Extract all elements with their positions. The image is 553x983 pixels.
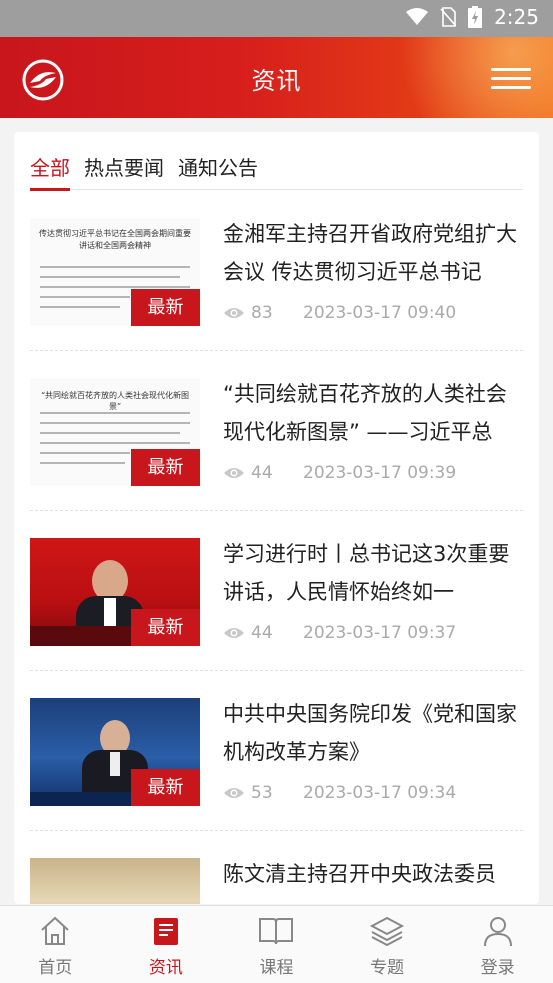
news-thumbnail: 最新 [30, 538, 200, 646]
nav-home[interactable]: 首页 [0, 906, 111, 983]
news-title[interactable]: 中共中央国务院印发《党和国家机构改革方案》 [223, 695, 523, 771]
tab-hot-news[interactable]: 热点要闻 [84, 132, 164, 190]
status-bar: 2:25 [0, 0, 553, 37]
news-date: 2023-03-17 09:34 [303, 783, 457, 803]
bottom-nav: 首页 资讯 课程 专题 登录 [0, 905, 553, 983]
status-time: 2:25 [494, 5, 539, 29]
eye-icon [224, 788, 244, 798]
nav-topics-label: 专题 [370, 958, 405, 978]
nav-course-label: 课程 [259, 958, 294, 978]
battery-icon [468, 6, 483, 28]
home-icon [41, 916, 69, 945]
tab-all[interactable]: 全部 [30, 132, 70, 191]
news-title[interactable]: 金湘军主持召开省政府党组扩大会议 传达贯彻习近平总书记 [223, 215, 523, 291]
news-item[interactable]: 陈文清主持召开中央政法委员 [30, 831, 523, 904]
thumbnail-heading: “共同绘就百花齐放的人类社会现代化新图景” [40, 391, 190, 411]
news-item[interactable]: “共同绘就百花齐放的人类社会现代化新图景” 最新 “共同绘就百花齐放的人类社会现… [30, 351, 523, 511]
nav-news-label: 资讯 [148, 958, 183, 978]
news-date: 2023-03-17 09:40 [303, 303, 457, 323]
news-title[interactable]: 学习进行时丨总书记这3次重要讲话，人民情怀始终如一 [223, 535, 523, 611]
eye-icon [224, 628, 244, 638]
nav-home-label: 首页 [38, 958, 73, 978]
nav-news[interactable]: 资讯 [111, 906, 222, 983]
news-thumbnail: 最新 [30, 698, 200, 806]
news-thumbnail: “共同绘就百花齐放的人类社会现代化新图景” 最新 [30, 378, 200, 486]
layers-icon [369, 916, 405, 947]
nav-course[interactable]: 课程 [221, 906, 332, 983]
news-card: 全部 热点要闻 通知公告 传达贯彻习近平总书记在全国两会期间重要讲话和全国两会精… [14, 132, 539, 904]
thumbnail-heading: 传达贯彻习近平总书记在全国两会期间重要讲话和全国两会精神 [39, 229, 191, 250]
nav-login[interactable]: 登录 [442, 906, 553, 983]
news-title[interactable]: “共同绘就百花齐放的人类社会现代化新图景” ——习近平总 [223, 375, 523, 451]
app-header: 资讯 [0, 37, 553, 118]
book-icon [259, 918, 294, 945]
news-item[interactable]: 最新 学习进行时丨总书记这3次重要讲话，人民情怀始终如一 44 2023-03-… [30, 511, 523, 671]
eye-icon [224, 468, 244, 478]
eye-icon [224, 308, 244, 318]
new-badge: 最新 [131, 289, 200, 326]
news-title[interactable]: 陈文清主持召开中央政法委员 [223, 855, 523, 904]
view-count: 53 [251, 783, 273, 803]
new-badge: 最新 [131, 609, 200, 646]
no-sim-icon [440, 7, 457, 27]
news-date: 2023-03-17 09:39 [303, 463, 457, 483]
wifi-icon [406, 8, 429, 25]
view-count: 44 [251, 623, 273, 643]
view-count: 44 [251, 463, 273, 483]
news-item[interactable]: 传达贯彻习近平总书记在全国两会期间重要讲话和全国两会精神 最新 金湘军主持召开省… [30, 191, 523, 351]
nav-login-label: 登录 [480, 958, 515, 978]
new-badge: 最新 [131, 769, 200, 806]
news-date: 2023-03-17 09:37 [303, 623, 457, 643]
tab-notices[interactable]: 通知公告 [178, 132, 258, 190]
news-thumbnail: 传达贯彻习近平总书记在全国两会期间重要讲话和全国两会精神 最新 [30, 218, 200, 326]
category-tabs: 全部 热点要闻 通知公告 [30, 132, 523, 191]
news-item[interactable]: 最新 中共中央国务院印发《党和国家机构改革方案》 53 2023-03-17 0… [30, 671, 523, 831]
menu-icon[interactable] [491, 68, 531, 90]
news-icon [153, 918, 178, 945]
user-icon [483, 917, 512, 947]
view-count: 83 [251, 303, 273, 323]
new-badge: 最新 [131, 449, 200, 486]
news-thumbnail [30, 858, 200, 904]
page-title: 资讯 [251, 67, 302, 95]
nav-topics[interactable]: 专题 [332, 906, 443, 983]
